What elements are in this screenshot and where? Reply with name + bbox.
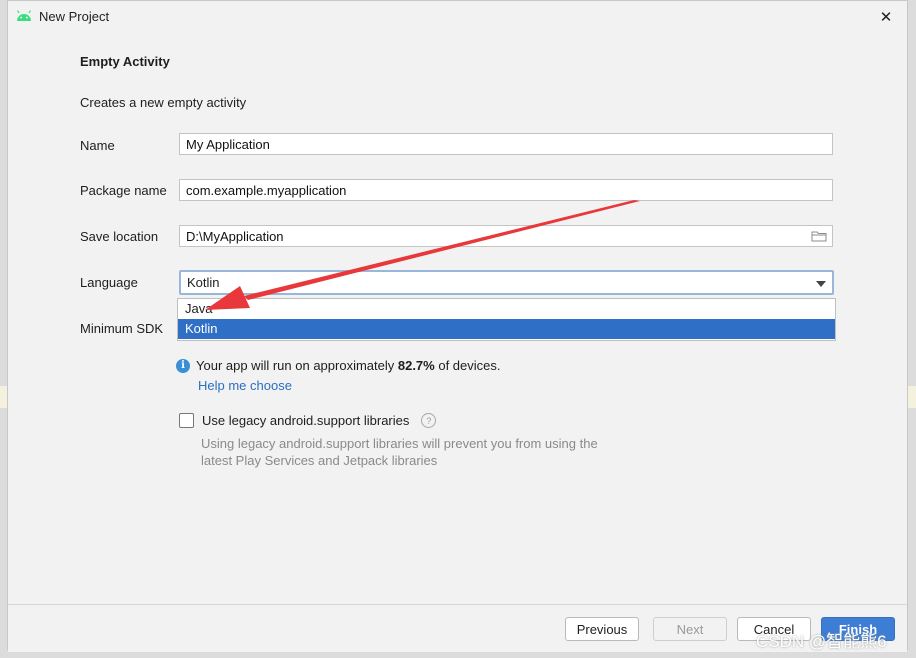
title-bar: New Project ✕ <box>8 1 907 33</box>
package-name-field[interactable]: com.example.myapplication <box>179 179 833 201</box>
legacy-libraries-row: Use legacy android.support libraries ? <box>179 413 437 428</box>
new-project-dialog: New Project ✕ Empty Activity Creates a n… <box>7 0 908 652</box>
language-dropdown-list: Java Kotlin <box>177 298 836 341</box>
android-icon <box>16 10 32 21</box>
language-label: Language <box>80 275 138 290</box>
csdn-watermark: CSDN @智能熊6 <box>756 632 887 651</box>
template-description: Creates a new empty activity <box>80 95 247 110</box>
close-button[interactable]: ✕ <box>873 5 899 29</box>
save-location-value: D:\MyApplication <box>186 229 284 244</box>
help-me-choose-link[interactable]: Help me choose <box>198 378 292 393</box>
language-select[interactable]: Kotlin <box>179 270 834 295</box>
question-icon[interactable]: ? <box>421 413 437 428</box>
chevron-down-icon <box>816 281 826 287</box>
previous-button[interactable]: Previous <box>565 617 639 641</box>
language-select-value: Kotlin <box>187 275 220 290</box>
info-text-prefix: Your app will run on approximately <box>196 358 398 373</box>
save-location-field[interactable]: D:\MyApplication <box>179 225 833 247</box>
info-icon: i <box>176 358 190 373</box>
minimum-sdk-label: Minimum SDK <box>80 321 164 336</box>
save-location-label: Save location <box>80 229 159 244</box>
folder-icon[interactable] <box>811 230 827 242</box>
package-name-label: Package name <box>80 183 167 198</box>
name-label: Name <box>80 138 115 153</box>
next-button[interactable]: Next <box>653 617 727 641</box>
legacy-libraries-hint: Using legacy android.support libraries w… <box>201 436 598 468</box>
window-title: New Project <box>39 9 110 24</box>
language-option-kotlin[interactable]: Kotlin <box>178 319 835 339</box>
template-heading: Empty Activity <box>80 54 170 69</box>
legacy-libraries-checkbox[interactable] <box>179 413 194 428</box>
legacy-libraries-label[interactable]: Use legacy android.support libraries <box>202 413 409 428</box>
device-coverage-info: i Your app will run on approximately 82.… <box>176 358 501 373</box>
info-percent: 82.7% <box>397 358 435 373</box>
info-text-suffix: of devices. <box>434 358 501 373</box>
language-option-java[interactable]: Java <box>178 299 835 319</box>
name-field[interactable]: My Application <box>179 133 833 155</box>
close-icon: ✕ <box>879 9 893 26</box>
